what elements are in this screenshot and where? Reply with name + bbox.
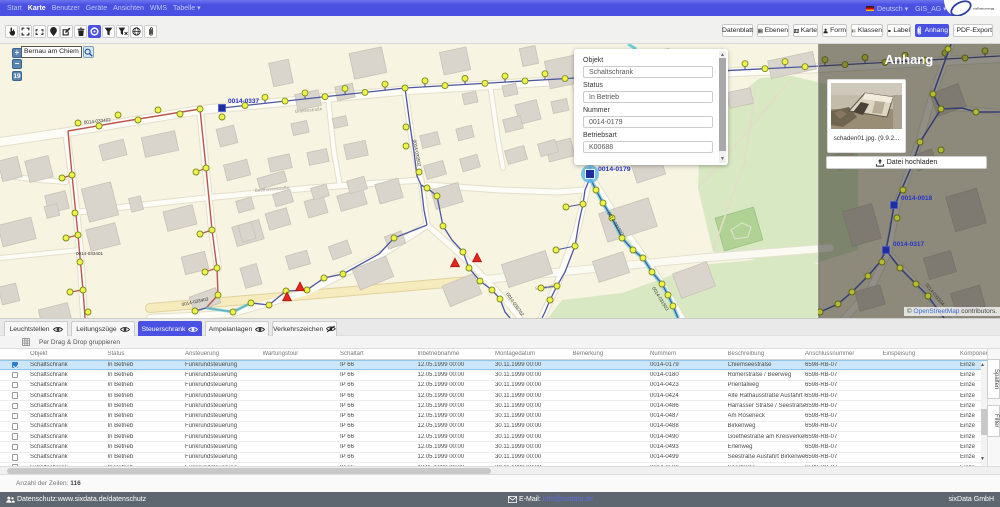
- svg-text:0014-0179: 0014-0179: [598, 166, 631, 173]
- svg-text:0014-0337: 0014-0337: [228, 98, 259, 105]
- svg-text:sixData.energy: sixData.energy: [973, 7, 995, 11]
- svg-text:0014-033401: 0014-033401: [76, 251, 104, 256]
- svg-text:0014-0018: 0014-0018: [901, 195, 932, 202]
- svg-text:0014-0317: 0014-0317: [893, 241, 924, 248]
